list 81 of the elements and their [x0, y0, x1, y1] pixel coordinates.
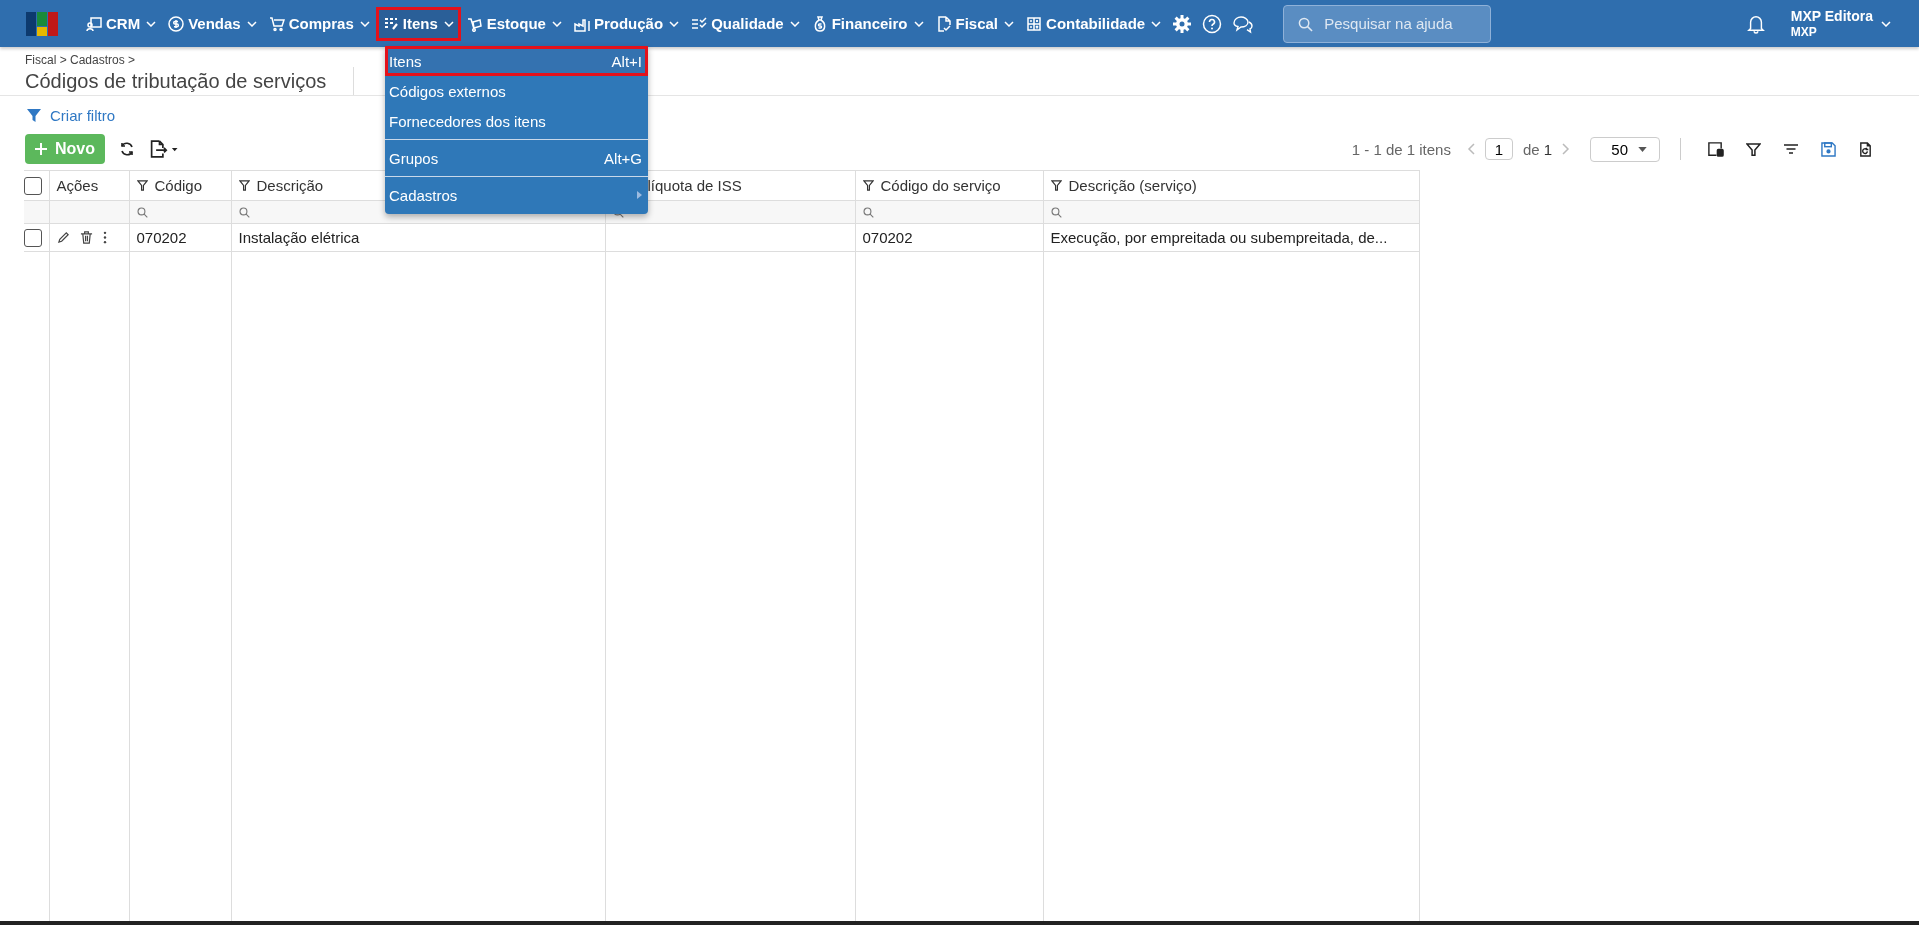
breadcrumb: Fiscal > Cadastros > — [25, 53, 136, 67]
filter-icon[interactable] — [862, 180, 874, 191]
select-all-checkbox[interactable] — [24, 177, 42, 195]
filter-icon[interactable] — [1050, 180, 1062, 191]
page-title: Códigos de tributação de serviços — [25, 69, 327, 93]
export-icon[interactable] — [149, 140, 179, 158]
pagination-summary: 1 - 1 de 1 itens — [1351, 140, 1451, 158]
filter-icon[interactable] — [238, 180, 250, 191]
page-size-dropdown[interactable]: 50 — [1590, 136, 1660, 162]
chevron-down-icon — [669, 20, 680, 27]
sort-icon[interactable] — [1783, 141, 1799, 157]
menu-item[interactable]: Grupos Alt+G — [385, 143, 648, 173]
checklist-icon — [691, 15, 708, 32]
help-icon[interactable] — [1202, 13, 1223, 34]
help-search-field[interactable]: Pesquisar na ajuda — [1283, 4, 1492, 43]
menu-item[interactable]: Fornecedores dos itens — [385, 106, 648, 136]
column-header[interactable]: Código — [129, 170, 231, 201]
filter-icon[interactable] — [1746, 141, 1761, 157]
table-cell: Instalação elétrica — [238, 229, 360, 246]
document-check-icon — [935, 15, 952, 32]
nav-menu-item[interactable]: Vendas — [162, 6, 263, 41]
row-checkbox[interactable] — [24, 229, 42, 247]
columns-icon[interactable] — [1707, 140, 1724, 158]
hand-truck-icon — [466, 15, 483, 32]
refresh-icon[interactable] — [119, 141, 135, 157]
create-filter-link[interactable]: Criar filtro — [50, 106, 115, 124]
nav-menu-item[interactable]: Itens — [375, 6, 461, 41]
chat-icon[interactable] — [1232, 13, 1255, 34]
nav-menu-item[interactable]: Financeiro — [805, 6, 930, 41]
more-options-icon[interactable] — [102, 231, 107, 244]
nav-menu-item[interactable]: CRM — [80, 6, 163, 41]
chevron-down-icon — [789, 20, 800, 27]
edit-icon[interactable] — [56, 231, 70, 244]
filter-icon[interactable] — [136, 180, 148, 191]
nav-menu-item[interactable]: Qualidade — [685, 6, 806, 41]
logo-icon — [26, 11, 58, 36]
column-header[interactable]: Ações — [49, 170, 129, 201]
page-of-label: de — [1522, 140, 1540, 158]
settings-icon[interactable] — [1172, 13, 1193, 34]
menu-item[interactable]: Itens Alt+I — [385, 46, 648, 76]
table-cell: 070202 — [136, 229, 187, 246]
filter-icon — [26, 107, 42, 123]
notification-bell-icon[interactable] — [1746, 13, 1765, 34]
page-number-field[interactable]: 1 — [1484, 138, 1513, 160]
chevron-down-icon — [443, 20, 454, 27]
chevron-down-icon — [1004, 20, 1015, 27]
delete-icon[interactable] — [79, 231, 93, 244]
table-cell: 070202 — [862, 229, 913, 246]
caret-icon — [1638, 146, 1647, 152]
search-icon — [1298, 16, 1314, 32]
dollar-icon — [168, 15, 185, 32]
chevron-down-icon — [913, 20, 924, 27]
cart-icon — [268, 15, 285, 32]
save-icon[interactable] — [1821, 141, 1836, 157]
grid-icon — [382, 15, 399, 32]
chevron-down-icon — [1151, 20, 1162, 27]
page-total: 1 — [1543, 140, 1552, 158]
calculator-icon — [1026, 15, 1043, 32]
column-header[interactable]: Código do serviço — [855, 170, 1043, 201]
plus-icon — [35, 143, 47, 155]
nav-menu-item[interactable]: Contabilidade — [1020, 6, 1168, 41]
chevron-down-icon — [551, 20, 562, 27]
user-menu[interactable]: MXP Editora MXP — [1790, 8, 1873, 39]
nav-menu-item[interactable]: Produção — [567, 6, 686, 41]
nav-menu-item[interactable]: Estoque — [460, 6, 568, 41]
table-cell: Execução, por empreitada ou subempreitada, de... — [1050, 229, 1388, 246]
chevron-down-icon — [359, 20, 370, 27]
chevron-down-icon — [246, 20, 257, 27]
column-header[interactable]: Descrição (serviço) — [1043, 170, 1419, 201]
nav-menu-item[interactable]: Compras — [262, 6, 376, 41]
chevron-down-icon[interactable] — [1881, 20, 1891, 27]
menu-item[interactable]: Códigos externos — [385, 76, 648, 106]
search-icon[interactable] — [136, 206, 148, 218]
search-icon[interactable] — [238, 206, 250, 218]
search-icon[interactable] — [1050, 206, 1062, 218]
nav-menu-item[interactable]: Fiscal — [929, 6, 1021, 41]
reset-layout-icon[interactable] — [1858, 141, 1873, 157]
chevron-down-icon — [146, 20, 157, 27]
contact-card-icon — [86, 15, 102, 32]
search-icon[interactable] — [862, 206, 874, 218]
submenu-arrow-icon — [637, 191, 642, 199]
